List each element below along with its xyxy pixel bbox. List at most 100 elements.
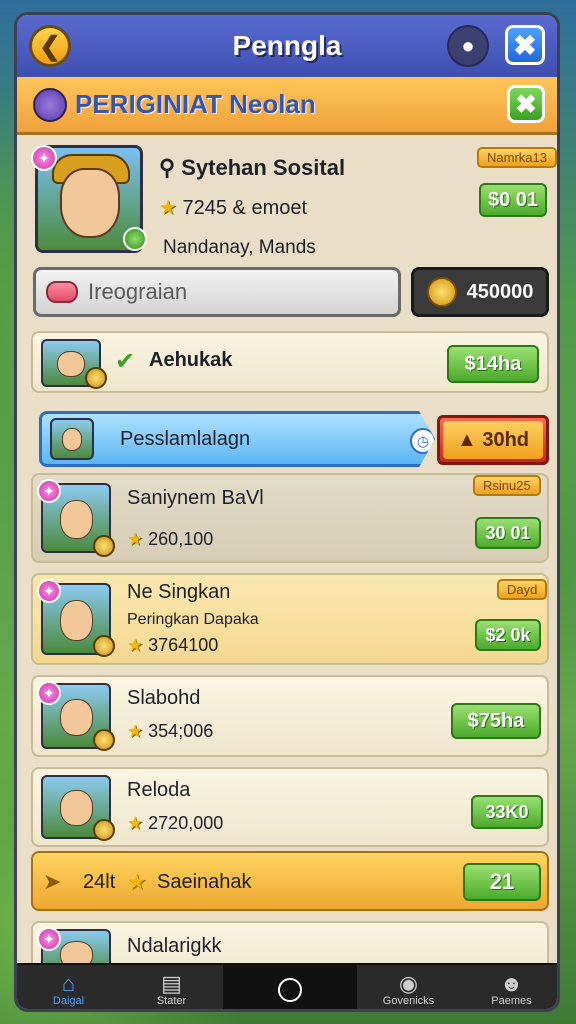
list-item[interactable]: ➤ 24lt ★ Saeinahak 21 bbox=[31, 851, 549, 911]
player-name-text: Sytehan Sosital bbox=[181, 155, 346, 180]
circle-icon bbox=[277, 978, 302, 1002]
row-price-button[interactable]: $14ha bbox=[447, 345, 539, 383]
highlighted-list-item[interactable]: Pesslamlalagn ◷ bbox=[39, 411, 435, 467]
check-icon: ✔ bbox=[115, 348, 136, 375]
row-name: Saniynem BaVl bbox=[127, 487, 264, 509]
player-score-text: 7245 & emoet bbox=[182, 197, 308, 219]
row-name: Pesslamlalagn bbox=[120, 428, 251, 450]
row-price-button[interactable]: $75ha bbox=[451, 703, 541, 739]
list-item[interactable]: ✔ Aehukak $14ha bbox=[31, 331, 549, 393]
nav-item-home[interactable]: ⌂ Daigal bbox=[17, 965, 120, 1009]
star-icon: ★ bbox=[127, 869, 147, 894]
avatar-face bbox=[60, 168, 120, 238]
arrow-icon: ➤ bbox=[43, 869, 62, 894]
row-tag: Dayd bbox=[497, 579, 548, 600]
nav-item-profile[interactable]: ☻ Paemes bbox=[460, 965, 557, 1009]
star-icon: ★ bbox=[127, 721, 144, 741]
avatar-face bbox=[62, 428, 82, 452]
avatar-face bbox=[59, 499, 93, 540]
event-banner: PERIGINIAT Neolan ✖ bbox=[17, 77, 557, 135]
nav-label: Stater bbox=[156, 995, 187, 1007]
system-home-button[interactable] bbox=[223, 965, 357, 1009]
row-score-text: 2720,000 bbox=[148, 813, 224, 833]
row-score: ★ 2720,000 bbox=[127, 813, 223, 834]
player-subtitle: Nandanay, Mands bbox=[163, 237, 316, 258]
gem-badge-icon: ✦ bbox=[37, 681, 61, 705]
banner-title: PERIGINIAT Neolan bbox=[75, 89, 316, 119]
top-bar: ❮ Penngla ● ✖ bbox=[17, 15, 557, 77]
star-icon: ★ bbox=[127, 813, 144, 833]
coin-icon bbox=[426, 277, 457, 307]
row-name: Reloda bbox=[127, 779, 191, 801]
highlighted-price-button[interactable]: ▲ 30hd bbox=[437, 415, 549, 465]
coin-badge-icon bbox=[93, 729, 115, 751]
home-icon: ⌂ bbox=[61, 971, 76, 996]
avatar-face bbox=[59, 698, 93, 736]
profile-price-button[interactable]: $0 01 bbox=[479, 183, 547, 217]
row-price-button[interactable]: $2 0k bbox=[475, 619, 541, 651]
mascot-icon[interactable]: ● bbox=[447, 25, 489, 67]
row-score: ★ 3764100 bbox=[127, 635, 218, 656]
nav-item-chat[interactable]: ◉ Govenicks bbox=[357, 965, 460, 1009]
list-item[interactable]: ✦ Slabohd ★ 354;006 $75ha bbox=[31, 675, 549, 757]
gem-badge-icon: ✦ bbox=[37, 479, 61, 503]
star-icon: ★ bbox=[127, 635, 144, 655]
row-name: Saeinahak bbox=[157, 871, 252, 893]
row-name: Ndalarigkk bbox=[127, 935, 222, 957]
leaderboard-panel: ❮ Penngla ● ✖ PERIGINIAT Neolan ✖ ✦ ⚲ Sy… bbox=[14, 12, 560, 1012]
close-icon: ✖ bbox=[513, 29, 537, 61]
player-profile-card[interactable]: ✦ ⚲ Sytehan Sosital ★ 7245 & emoet Nanda… bbox=[31, 143, 557, 261]
clock-icon: ◷ bbox=[410, 428, 435, 454]
row-score: ★ 354;006 bbox=[127, 721, 213, 742]
chat-icon: ◉ bbox=[398, 971, 419, 996]
nav-label: Paemes bbox=[491, 995, 532, 1007]
coin-balance[interactable]: 450000 bbox=[411, 267, 549, 317]
row-price-button[interactable]: 21 bbox=[463, 863, 541, 901]
avatar-face bbox=[57, 350, 85, 378]
list-item[interactable]: Reloda ★ 2720,000 33K0 bbox=[31, 767, 549, 847]
level-badge-icon bbox=[123, 227, 147, 251]
close-button[interactable]: ✖ bbox=[505, 25, 545, 65]
avatar-face bbox=[59, 599, 93, 641]
row-price-button[interactable]: 30 01 bbox=[475, 517, 541, 549]
star-icon: ★ bbox=[127, 529, 144, 549]
row-name: Aehukak bbox=[149, 349, 233, 371]
row-subtitle: Peringkan Dapaka bbox=[127, 611, 259, 628]
avatar bbox=[50, 418, 94, 460]
gem-badge-icon: ✦ bbox=[31, 145, 57, 171]
row-price-button[interactable]: 33K0 bbox=[471, 795, 543, 829]
page-title: Penngla bbox=[232, 30, 342, 61]
row-score-text: 3764100 bbox=[148, 635, 219, 655]
search-placeholder: Ireograian bbox=[88, 279, 188, 304]
search-input[interactable]: Ireograian bbox=[33, 267, 401, 317]
person-icon: ☻ bbox=[499, 971, 524, 996]
row-score-text: 354;006 bbox=[148, 721, 214, 741]
event-icon bbox=[33, 87, 67, 122]
nav-label: Govenicks bbox=[382, 995, 435, 1007]
search-icon bbox=[46, 281, 78, 303]
back-button[interactable]: ❮ bbox=[29, 25, 71, 67]
coin-value: 450000 bbox=[466, 280, 534, 303]
row-name: Slabohd bbox=[127, 687, 201, 709]
player-score: ★ 7245 & emoet bbox=[159, 195, 307, 220]
fire-icon: ▲ bbox=[456, 428, 477, 451]
highlighted-price-value: 30hd bbox=[482, 428, 530, 451]
coin-badge-icon bbox=[93, 535, 115, 557]
coin-badge-icon bbox=[93, 819, 115, 841]
gem-badge-icon: ✦ bbox=[37, 927, 61, 951]
coin-badge-icon bbox=[93, 635, 115, 657]
nav-label: Daigal bbox=[52, 995, 85, 1007]
list-item[interactable]: ✦ Saniynem BaVl ★ 260,100 Rsinu25 30 01 bbox=[31, 473, 549, 563]
profile-tag: Namrka13 bbox=[477, 147, 557, 168]
chart-icon: ▤ bbox=[161, 971, 182, 996]
row-score-text: 260,100 bbox=[148, 529, 214, 549]
list-item[interactable]: ✦ Ne Singkan Peringkan Dapaka ★ 3764100 … bbox=[31, 573, 549, 665]
nav-item-stats[interactable]: ▤ Stater bbox=[120, 965, 223, 1009]
chevron-left-icon: ❮ bbox=[39, 30, 61, 61]
player-name: ⚲ Sytehan Sosital bbox=[159, 155, 346, 180]
banner-close-button[interactable]: ✖ bbox=[507, 85, 545, 123]
avatar-face bbox=[59, 790, 93, 827]
gem-badge-icon: ✦ bbox=[37, 579, 61, 603]
row-score: ★ 260,100 bbox=[127, 529, 213, 550]
coin-badge-icon bbox=[85, 367, 107, 389]
